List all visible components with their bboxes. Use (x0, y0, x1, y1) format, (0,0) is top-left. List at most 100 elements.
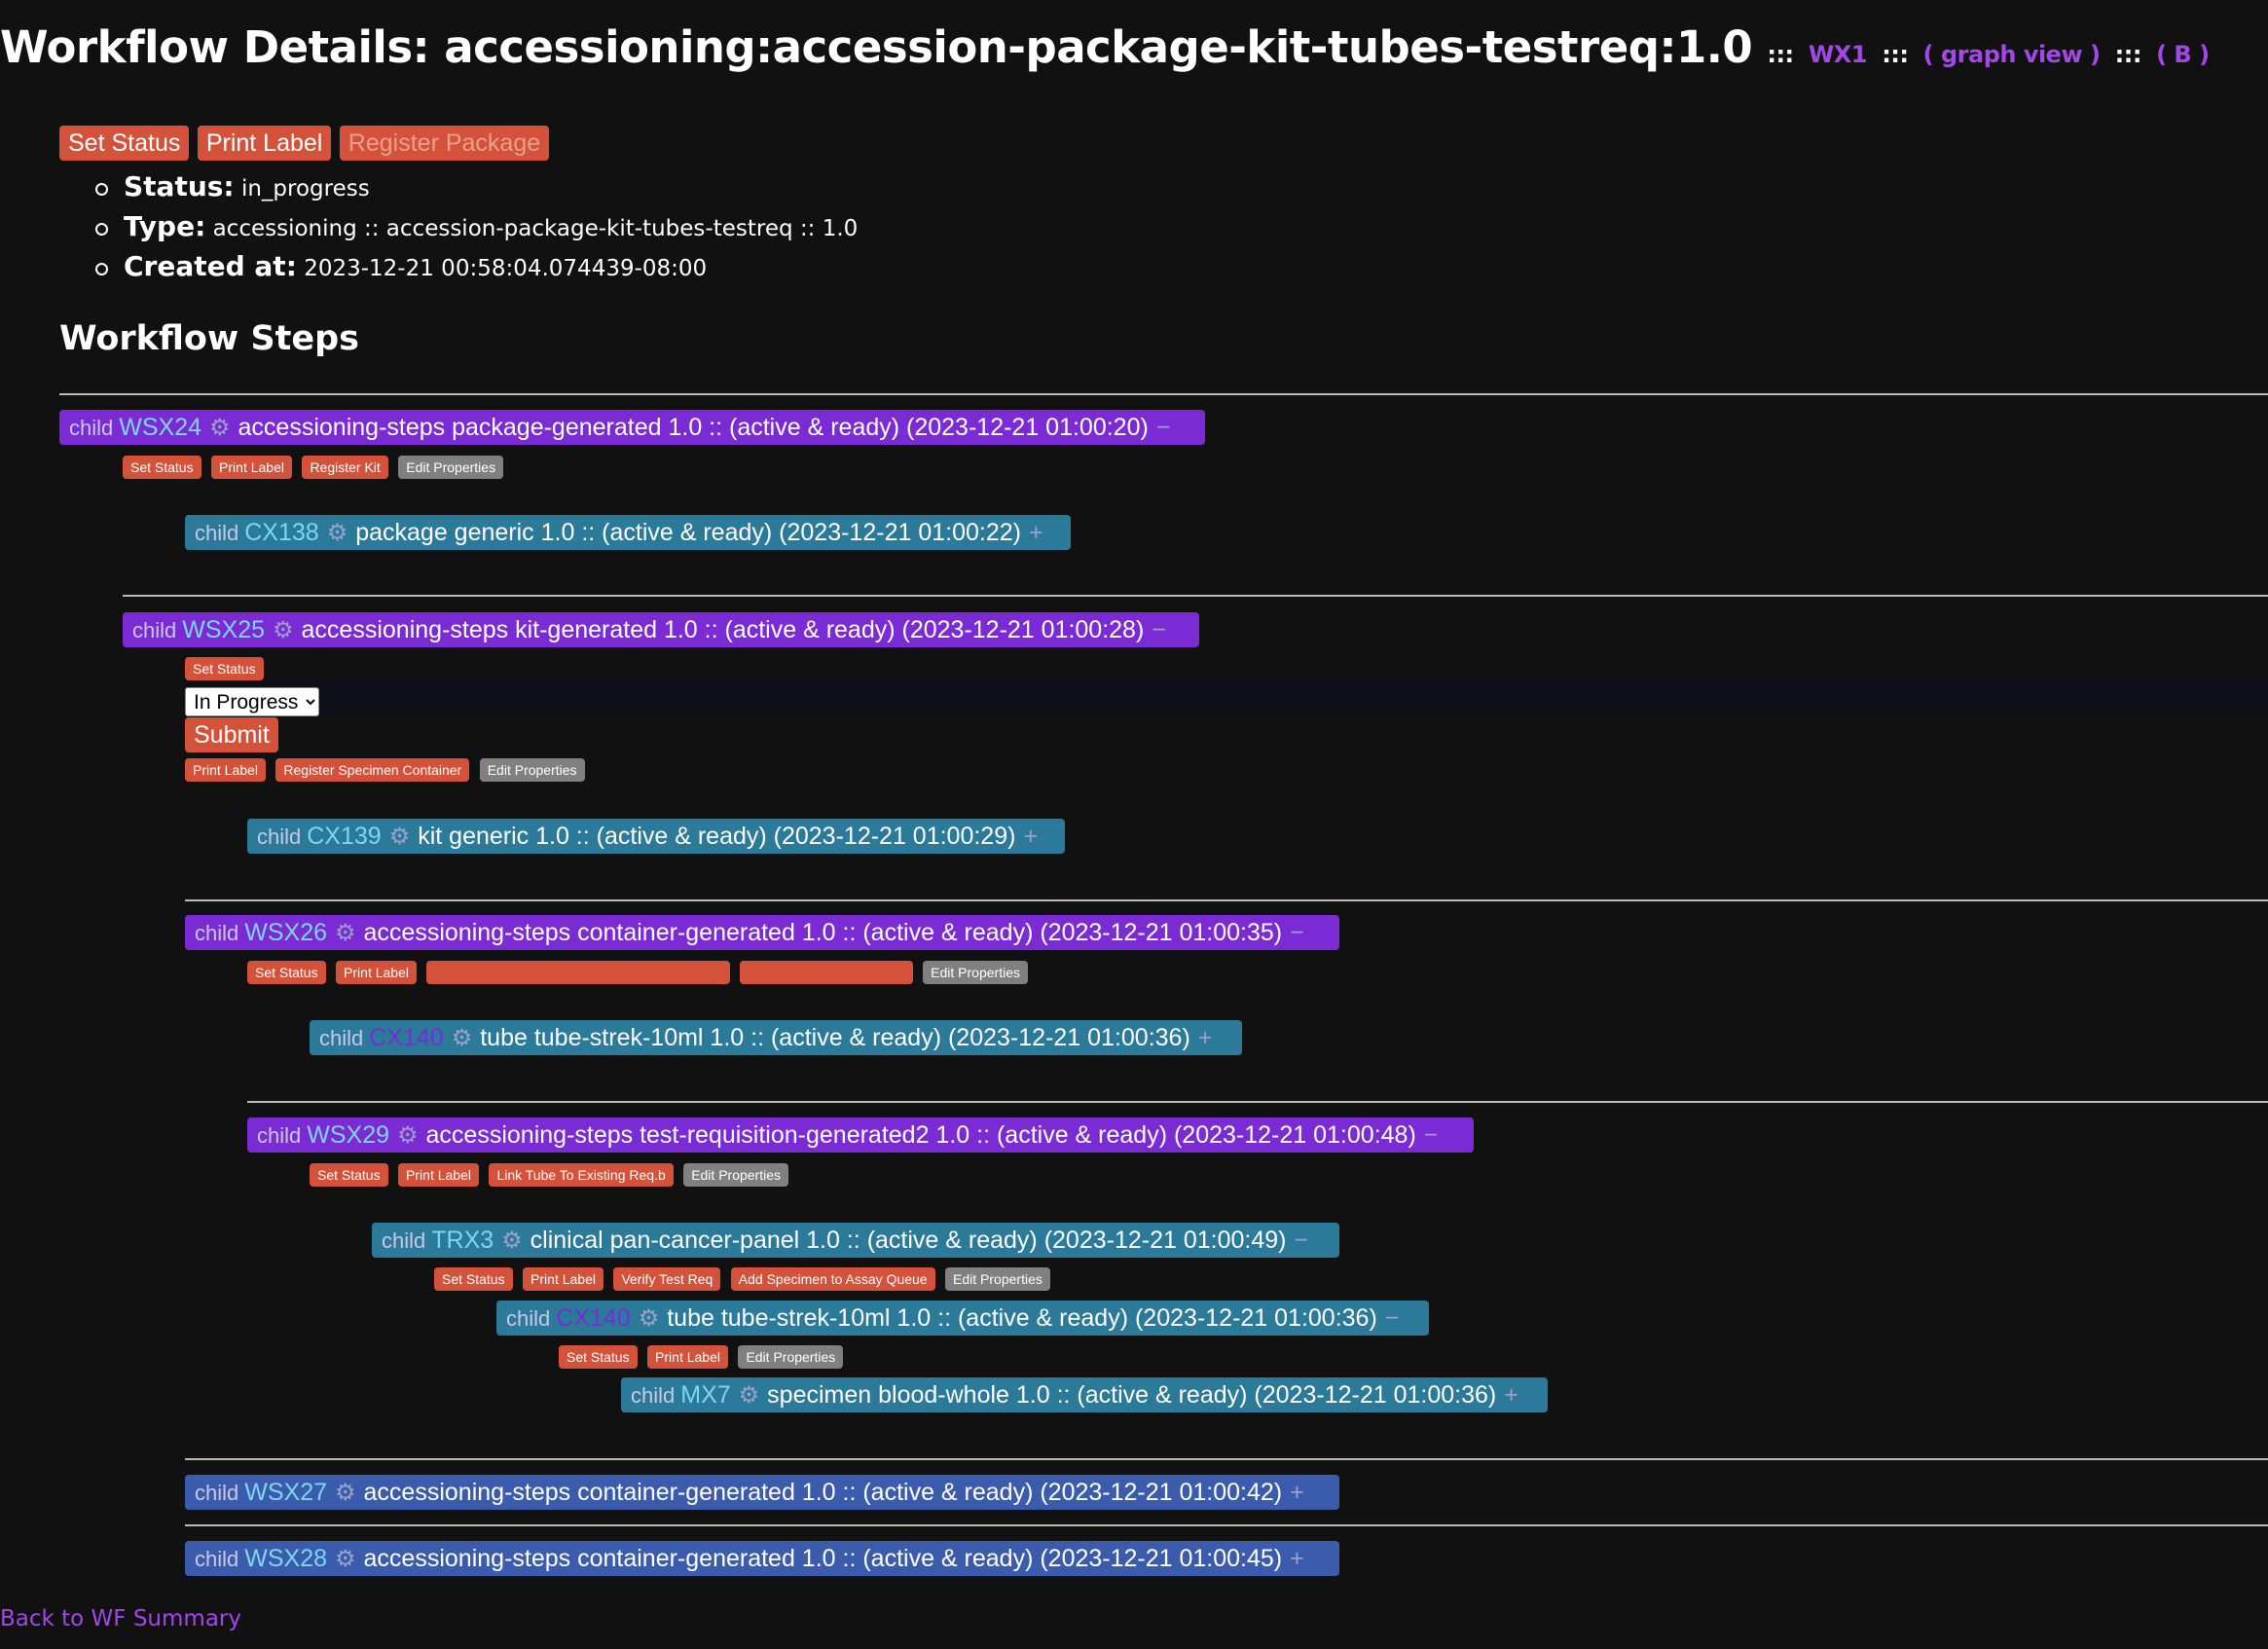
status-form-bar (185, 681, 2268, 716)
back-to-summary-link[interactable]: Back to WF Summary (0, 1606, 241, 1631)
step-id-link[interactable]: CX139 (307, 823, 381, 850)
step-bar-cx138[interactable]: child CX138 ⚙ package generic 1.0 :: (activ… (185, 515, 1071, 550)
step-bar-mx7[interactable]: child MX7 ⚙ specimen blood-whole 1.0 :: (ac… (621, 1377, 1548, 1412)
gear-icon[interactable]: ⚙ (327, 520, 348, 546)
step-bar-cx140[interactable]: child CX140 ⚙ tube tube-strek-10ml 1.0 :: (… (310, 1020, 1242, 1055)
expand-toggle-icon[interactable]: + (1198, 1024, 1213, 1051)
step-bar-wsx29[interactable]: child WSX29 ⚙ accessioning-steps test-requi… (247, 1118, 1474, 1153)
set-status-button[interactable]: Set Status (123, 456, 201, 479)
child-label: child (132, 618, 177, 642)
child-label: child (319, 1026, 364, 1050)
status-select[interactable]: In Progress (185, 687, 319, 716)
gear-icon[interactable]: ⚙ (335, 1480, 356, 1506)
print-label-button[interactable]: Print Label (647, 1345, 728, 1369)
print-label-button[interactable]: Print Label (523, 1267, 604, 1291)
expand-toggle-icon[interactable]: + (1290, 1545, 1304, 1572)
step-id-link[interactable]: TRX3 (431, 1227, 494, 1254)
verify-test-req-button[interactable]: Verify Test Req (613, 1267, 721, 1291)
child-label: child (257, 824, 302, 849)
register-package-button[interactable]: Register Package (339, 126, 550, 161)
step-id-link[interactable]: WSX27 (244, 1479, 327, 1506)
wsx24-buttons: Set Status Print Label Register Kit Edit… (123, 456, 504, 479)
divider (185, 1524, 2268, 1526)
collapse-toggle-icon[interactable]: − (1290, 919, 1304, 946)
register-kit-button[interactable]: Register Kit (302, 456, 388, 479)
collapse-toggle-icon[interactable]: − (1295, 1227, 1309, 1254)
submit-button[interactable]: Submit (185, 717, 278, 752)
bullet-icon (95, 223, 108, 236)
gear-icon[interactable]: ⚙ (739, 1382, 760, 1409)
edit-properties-button[interactable]: Edit Properties (738, 1345, 844, 1369)
workflow-id-link[interactable]: WX1 (1809, 41, 1868, 68)
expand-toggle-icon[interactable]: + (1029, 519, 1043, 546)
link-tube-button[interactable]: Link Tube To Existing Req.b (489, 1163, 674, 1187)
expand-toggle-icon[interactable]: + (1023, 823, 1038, 850)
print-label-button[interactable]: Print Label (211, 456, 292, 479)
step-bar-wsx28[interactable]: child WSX28 ⚙ accessioning-steps container-… (185, 1541, 1339, 1576)
top-action-buttons: Set Status Print Label Register Package (59, 126, 550, 161)
edit-properties-button[interactable]: Edit Properties (683, 1163, 789, 1187)
set-status-button[interactable]: Set Status (185, 657, 264, 680)
step-id-link[interactable]: WSX25 (182, 616, 265, 643)
wsx25-set-status-row: Set Status (185, 657, 264, 680)
workflow-steps-heading: Workflow Steps (59, 319, 360, 358)
gear-icon[interactable]: ⚙ (335, 1546, 356, 1572)
step-bar-trx3[interactable]: child TRX3 ⚙ clinical pan-cancer-panel 1.0 … (372, 1223, 1339, 1258)
step-bar-wsx25[interactable]: child WSX25 ⚙ accessioning-steps kit-genera… (123, 612, 1199, 647)
step-bar-cx139[interactable]: child CX139 ⚙ kit generic 1.0 :: (active & … (247, 819, 1065, 854)
child-label: child (69, 416, 114, 440)
edit-properties-button[interactable]: Edit Properties (923, 961, 1028, 984)
step-id-link[interactable]: CX140 (556, 1304, 630, 1332)
step-id-link[interactable]: MX7 (680, 1381, 730, 1409)
graph-view-link[interactable]: ( graph view ) (1923, 41, 2101, 68)
gear-icon[interactable]: ⚙ (639, 1305, 660, 1332)
link-existing-req-button[interactable]: Link Tube To Existing Req (740, 961, 913, 984)
print-label-button[interactable]: Print Label (336, 961, 417, 984)
edit-properties-button[interactable]: Edit Properties (398, 456, 504, 479)
step-id-link[interactable]: WSX29 (307, 1121, 389, 1149)
step-description: accessioning-steps container-generated 1… (363, 919, 1283, 946)
add-specimen-button[interactable]: Add Specimen to Assay Queue (730, 1267, 935, 1291)
set-status-button[interactable]: Set Status (434, 1267, 513, 1291)
collapse-toggle-icon[interactable]: − (1156, 414, 1171, 441)
gear-icon[interactable]: ⚙ (397, 1122, 419, 1149)
step-id-link[interactable]: WSX24 (119, 414, 201, 441)
print-label-button[interactable]: Print Label (185, 758, 266, 782)
step-bar-cx140-nested[interactable]: child CX140 ⚙ tube tube-strek-10ml 1.0 :: (… (496, 1301, 1429, 1336)
collapse-toggle-icon[interactable]: − (1424, 1121, 1439, 1149)
b-link[interactable]: ( B ) (2156, 41, 2210, 68)
status-label: Status: (124, 170, 235, 202)
collapse-toggle-icon[interactable]: − (1152, 616, 1166, 643)
step-id-link[interactable]: WSX26 (244, 919, 327, 946)
edit-properties-button[interactable]: Edit Properties (479, 758, 585, 782)
type-info-item: Type: accessioning :: accession-package-… (95, 210, 858, 242)
collapse-toggle-icon[interactable]: − (1385, 1304, 1400, 1332)
gear-icon[interactable]: ⚙ (452, 1025, 473, 1051)
set-status-button[interactable]: Set Status (247, 961, 326, 984)
print-label-button[interactable]: Print Label (398, 1163, 479, 1187)
step-bar-wsx24[interactable]: child WSX24 ⚙ accessioning-steps package-ge… (59, 410, 1205, 445)
expand-toggle-icon[interactable]: + (1290, 1479, 1304, 1506)
create-test-req-button[interactable]: Create New Test Req & Link To Specimen T… (426, 961, 730, 984)
step-id-link[interactable]: CX140 (369, 1024, 443, 1051)
child-label: child (195, 1481, 239, 1505)
gear-icon[interactable]: ⚙ (273, 617, 294, 643)
step-id-link[interactable]: WSX28 (244, 1545, 327, 1572)
step-id-link[interactable]: CX138 (244, 519, 318, 546)
expand-toggle-icon[interactable]: + (1504, 1381, 1518, 1409)
set-status-button[interactable]: Set Status (59, 126, 190, 161)
step-description: specimen blood-whole 1.0 :: (active & re… (767, 1381, 1497, 1409)
gear-icon[interactable]: ⚙ (501, 1228, 523, 1254)
set-status-button[interactable]: Set Status (310, 1163, 388, 1187)
child-label: child (195, 521, 239, 545)
gear-icon[interactable]: ⚙ (209, 415, 231, 441)
child-label: child (631, 1383, 676, 1408)
print-label-button[interactable]: Print Label (197, 126, 332, 161)
step-bar-wsx26[interactable]: child WSX26 ⚙ accessioning-steps container-… (185, 915, 1339, 950)
register-specimen-container-button[interactable]: Register Specimen Container (275, 758, 470, 782)
gear-icon[interactable]: ⚙ (389, 824, 411, 850)
step-bar-wsx27[interactable]: child WSX27 ⚙ accessioning-steps container-… (185, 1475, 1339, 1510)
gear-icon[interactable]: ⚙ (335, 920, 356, 946)
set-status-button[interactable]: Set Status (559, 1345, 638, 1369)
edit-properties-button[interactable]: Edit Properties (945, 1267, 1050, 1291)
